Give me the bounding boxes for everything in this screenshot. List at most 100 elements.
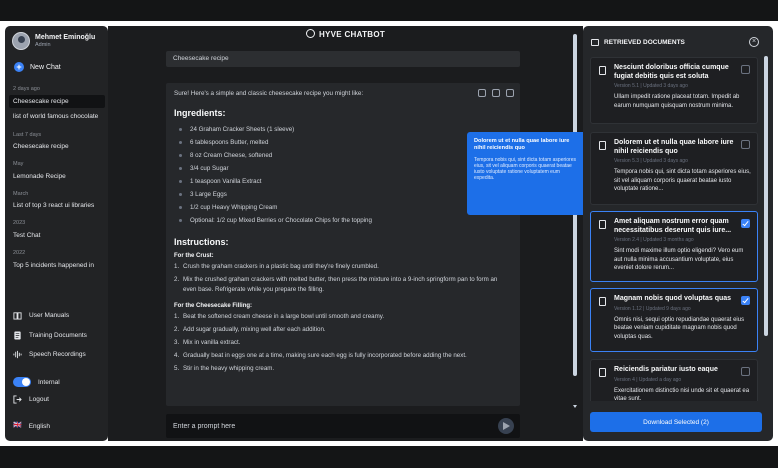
chat-scrollbar[interactable] [573,34,577,408]
document-title: Magnam nobis quod voluptas quas [614,295,732,302]
language-selector[interactable]: 🇬🇧 English [13,422,50,430]
document-snippet: Ullam impedit ratione placeat totam. Imp… [614,94,740,109]
new-chat-label: New Chat [30,63,61,71]
file-icon [599,220,606,229]
retrieved-documents-panel: RETRIEVED DOCUMENTS × Nesciunt doloribus… [583,26,773,441]
user-role: Admin [35,42,51,48]
list-item: 1 teaspoon Vanilla Extract [174,175,512,188]
download-selected-button[interactable]: Download Selected (2) [590,412,762,432]
language-label: English [28,422,51,430]
filling-steps: 1. Beat the softened cream cheese in a la… [174,312,512,374]
document-snippet: Tempora nobis qui, sint dicta totam aspe… [614,169,751,192]
document-card[interactable]: Amet aliquam nostrum error quam necessit… [590,211,758,282]
document-checkbox-checked[interactable] [741,296,750,305]
document-meta: Version 5.1 | Updated 3 days ago [614,83,688,89]
document-card[interactable]: Magnam nobis quod voluptas quas Version … [590,288,758,352]
history-group-label: 2023 [13,220,26,226]
document-card[interactable]: Nesciunt doloribus officia cumque fugiat… [590,57,758,124]
internal-toggle[interactable] [13,377,31,387]
history-group-label: March [13,191,29,197]
assistant-message: Sure! Here's a simple and classic cheese… [166,83,520,406]
history-group-label: 2 days ago [13,86,40,92]
panel-scrollbar[interactable] [764,56,768,336]
tooltip-body: Tempora nobis qui, sint dicta totam aspe… [474,157,576,181]
copy-icon[interactable] [478,89,486,97]
history-group-label: 2022 [13,250,26,256]
prompt-bar [166,414,520,438]
filling-subheading: For the Cheesecake Filling: [174,303,253,309]
list-item: 6 tablespoons Butter, melted [174,136,512,149]
chat-main: HYVE CHATBOT Cheesecake recipe Sure! Her… [108,26,583,441]
user-profile[interactable]: Mehmet Eminoğlu Admin [12,32,95,50]
scroll-down-arrow-icon[interactable] [573,405,577,408]
document-checkbox[interactable] [741,367,750,376]
list-item: 4. Gradually beat in eggs one at a time, … [174,352,467,359]
documents-icon [591,39,599,46]
document-title: Reiciendis pariatur iusto eaque [614,366,718,373]
panel-header: RETRIEVED DOCUMENTS [591,39,685,46]
crust-subheading: For the Crust: [174,253,214,259]
book-icon [13,312,22,320]
document-checkbox[interactable] [741,140,750,149]
logout-icon [13,395,22,404]
internal-toggle-row[interactable]: Internal [13,377,60,387]
plus-icon: + [14,62,24,72]
document-card[interactable]: Dolorem ut et nulla quae labore iure nih… [590,132,758,205]
thumbs-up-icon[interactable] [492,89,500,97]
nav-user-manuals[interactable]: User Manuals [13,311,69,320]
list-item: 3 Large Eggs [174,188,512,201]
close-icon[interactable]: × [749,37,759,47]
list-item: 3/4 cup Sugar [174,162,512,175]
message-actions [478,89,514,97]
history-item[interactable]: Top 5 incidents happened in [9,259,105,272]
file-icon [599,66,606,75]
app-title: HYVE CHATBOT [108,29,583,39]
crust-steps: 1. Crush the graham crackers in a plastic… [174,262,512,295]
document-title: Amet aliquam nostrum error quam necessit… [614,218,732,234]
nav-label: User Manuals [29,312,70,319]
history-item[interactable]: Lemonade Recipe [9,170,105,183]
document-checkbox-checked[interactable] [741,219,750,228]
nav-label: Speech Recordings [29,351,86,358]
document-checkbox[interactable] [741,65,750,74]
history-item[interactable]: Test Chat [9,229,105,242]
send-icon[interactable] [498,418,514,434]
thumbs-down-icon[interactable] [506,89,514,97]
document-list: Nesciunt doloribus officia cumque fugiat… [590,57,758,401]
file-icon [599,141,606,150]
document-meta: Version 4 | Updated a day ago [614,376,682,383]
prompt-input[interactable] [173,420,473,432]
list-item: 2. Mix the crushed graham crackers with m… [174,276,498,293]
history-item[interactable]: list of world famous chocolate [9,110,105,123]
toggle-label: Internal [38,378,60,386]
document-meta: Version 2.4 | Updated 3 months ago [614,237,694,243]
ingredients-heading: Ingredients: [174,108,226,118]
instructions-heading: Instructions: [174,237,229,247]
user-message: Cheesecake recipe [166,51,520,67]
document-tooltip: Dolorem ut et nulla quae labore iure nih… [467,132,587,215]
app-title-text: HYVE CHATBOT [318,30,386,39]
nav-speech-recordings[interactable]: Speech Recordings [13,350,86,359]
sidebar: Mehmet Eminoğlu Admin + New Chat 2 days … [5,26,108,441]
list-item: 1. Beat the softened cream cheese in a la… [174,313,385,320]
list-item: Optional: 1/2 cup Mixed Berries or Choco… [174,214,512,227]
document-card[interactable]: Reiciendis pariatur iusto eaque Version … [590,359,758,401]
document-snippet: Exercitationem distinctio nisi unde sit … [614,387,750,402]
list-item: 3. Mix in vanilla extract. [174,339,241,346]
tooltip-title: Dolorem ut et nulla quae labore iure nih… [474,138,570,151]
bot-icon [305,29,315,38]
logout-button[interactable]: Logout [13,395,49,404]
document-title: Dolorem ut et nulla quae labore iure nih… [614,139,734,155]
list-item: 24 Graham Cracker Sheets (1 sleeve) [174,123,512,136]
history-item[interactable]: Cheesecake recipe [9,95,105,108]
new-chat-button[interactable]: + New Chat [14,62,61,72]
avatar [12,32,30,50]
nav-training-documents[interactable]: Training Documents [13,331,87,340]
app-window: Mehmet Eminoğlu Admin + New Chat 2 days … [5,26,773,441]
history-item[interactable]: List of top 3 react ui libraries [9,199,105,212]
list-item: 5. Stir in the heavy whipping cream. [174,365,275,372]
document-meta: Version 1.12 | Updated 9 days ago [614,305,691,312]
history-item[interactable]: Cheesecake recipe [9,140,105,153]
list-item: 2. Add sugar gradually, mixing well after… [174,326,326,333]
document-snippet: Sint modi maxime illum optio eligendi? V… [614,248,744,271]
